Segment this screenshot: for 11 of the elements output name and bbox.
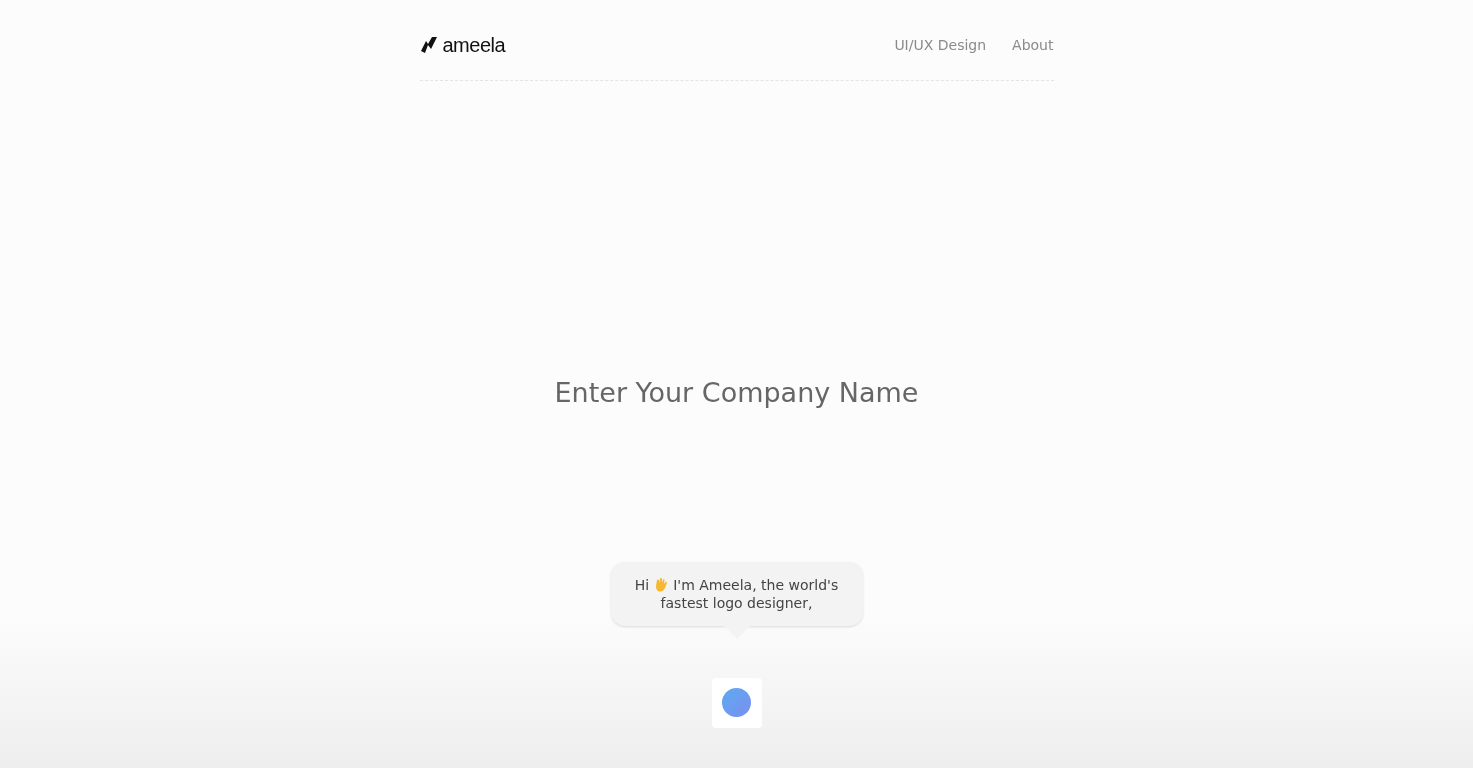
- message-text: fastest logo designer,: [660, 593, 813, 612]
- logo-text[interactable]: ameela: [442, 30, 506, 60]
- avatar-orb-icon: [722, 688, 751, 717]
- waving-hand-icon: [653, 576, 670, 593]
- nav-link[interactable]: About: [1012, 34, 1054, 56]
- nav-link[interactable]: UI/UX Design: [894, 34, 987, 56]
- logo-icon: [419, 35, 440, 55]
- greeting-text: Hi: [634, 575, 650, 594]
- page-heading: Enter Your Company Name: [554, 376, 919, 410]
- assistant-avatar-button[interactable]: [711, 677, 762, 728]
- message-text: I'm Ameela, the world's: [673, 575, 839, 594]
